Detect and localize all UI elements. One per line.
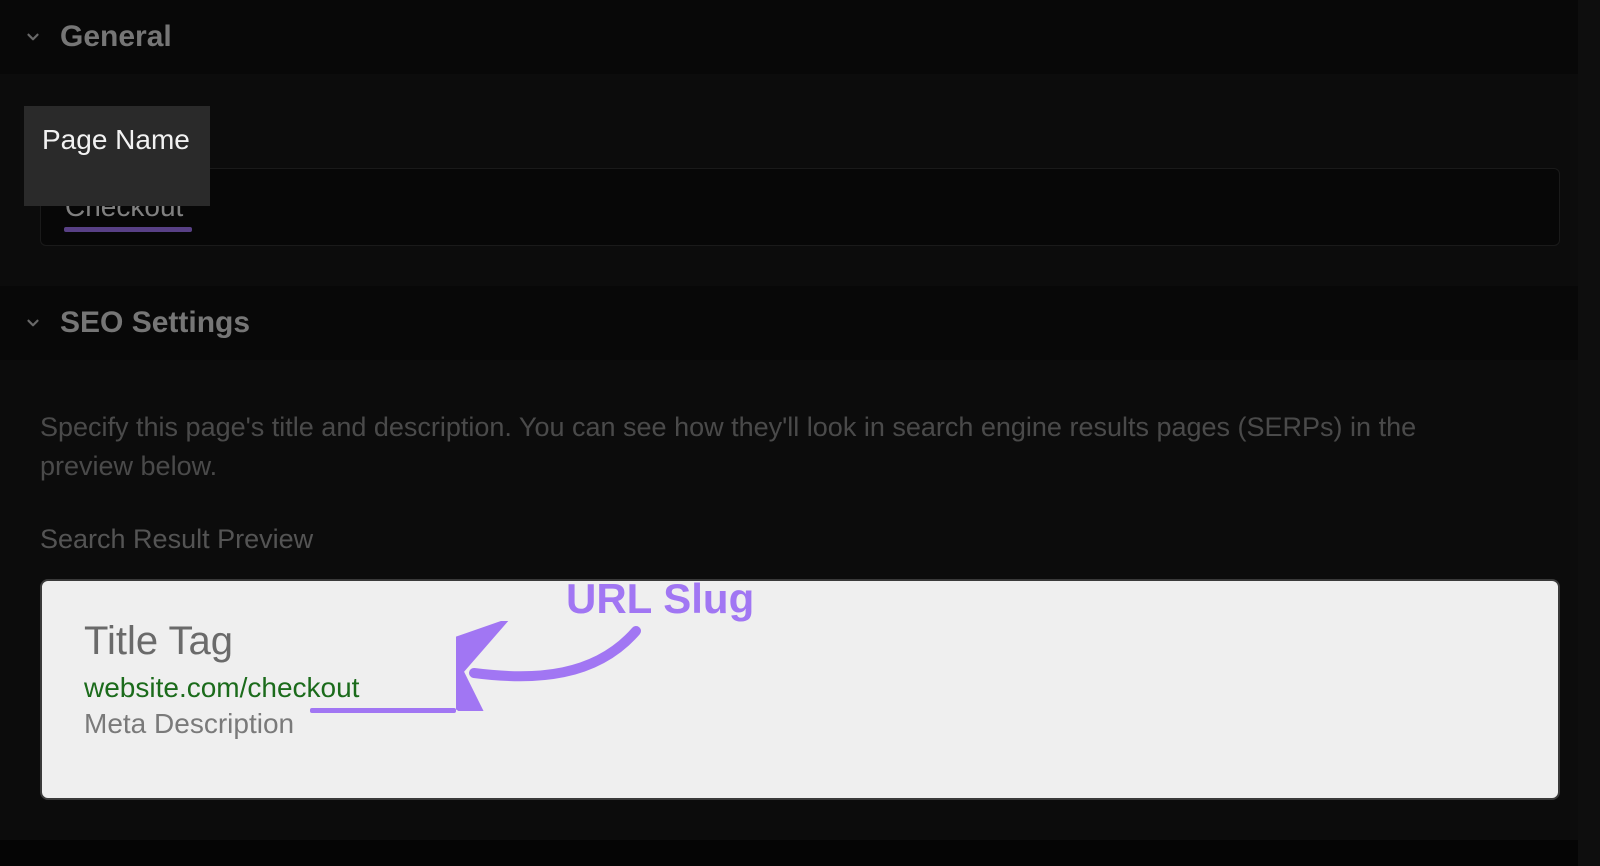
section-body-general: Page Name bbox=[0, 74, 1600, 286]
serp-meta-description: Meta Description bbox=[84, 708, 1516, 740]
search-result-preview-label: Search Result Preview bbox=[40, 524, 1560, 555]
section-title-seo: SEO Settings bbox=[60, 306, 250, 340]
serp-title-tag: Title Tag bbox=[84, 619, 1516, 664]
annotation-underline-url-slug bbox=[310, 708, 456, 713]
section-body-seo: Specify this page's title and descriptio… bbox=[0, 360, 1600, 840]
page-name-label-highlight: Page Name bbox=[24, 106, 210, 206]
serp-url: website.com/checkout bbox=[84, 672, 359, 704]
page-name-label: Page Name bbox=[42, 124, 190, 156]
chevron-down-icon bbox=[24, 314, 42, 332]
section-title-general: General bbox=[60, 20, 172, 54]
vertical-scrollbar[interactable] bbox=[1578, 0, 1600, 866]
annotation-url-slug-label: URL Slug bbox=[566, 575, 754, 623]
seo-description-text: Specify this page's title and descriptio… bbox=[40, 408, 1420, 486]
page-name-input[interactable] bbox=[40, 168, 1560, 246]
annotation-underline-pagename bbox=[64, 227, 192, 232]
serp-preview-card: Title Tag website.com/checkout Meta Desc… bbox=[40, 579, 1560, 800]
section-header-general[interactable]: General bbox=[0, 0, 1600, 74]
section-header-seo[interactable]: SEO Settings bbox=[0, 286, 1600, 360]
chevron-down-icon bbox=[24, 28, 42, 46]
